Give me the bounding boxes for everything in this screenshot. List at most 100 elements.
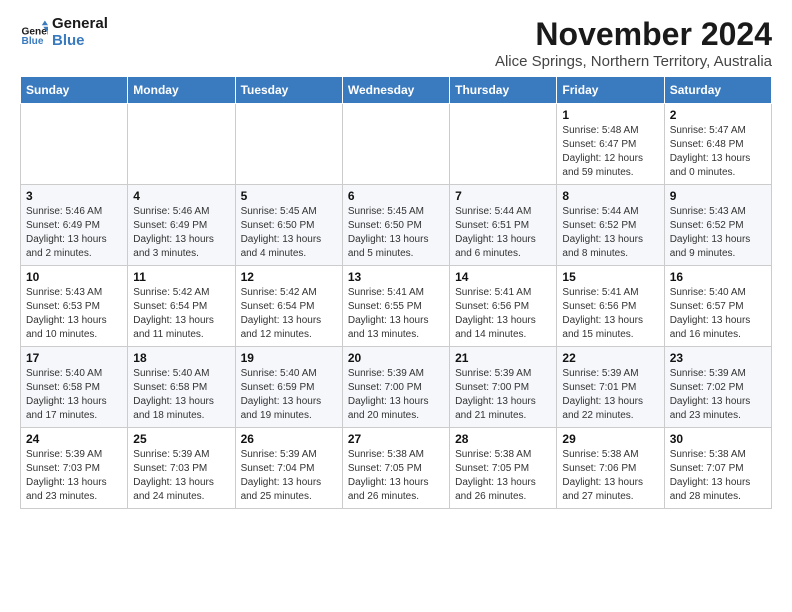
calendar-cell: 23 Sunrise: 5:39 AM Sunset: 7:02 PM Dayli… [664,347,771,428]
weekday-header-wednesday: Wednesday [342,77,449,104]
day-info: Sunrise: 5:40 AM Sunset: 6:57 PM Dayligh… [670,286,766,342]
day-info: Sunrise: 5:38 AM Sunset: 7:06 PM Dayligh… [562,448,658,504]
calendar-cell: 9Sunrise: 5:43 AM Sunset: 6:52 PM Daylig… [664,185,771,266]
weekday-header-friday: Friday [557,77,664,104]
logo-icon: General Blue [20,19,48,47]
day-info: Sunrise: 5:39 AM Sunset: 7:03 PM Dayligh… [26,448,122,504]
calendar-cell: 4Sunrise: 5:46 AM Sunset: 6:49 PM Daylig… [128,185,235,266]
calendar-cell: 22 Sunrise: 5:39 AM Sunset: 7:01 PM Dayli… [557,347,664,428]
weekday-header-saturday: Saturday [664,77,771,104]
day-info: Sunrise: 5:44 AM Sunset: 6:51 PM Dayligh… [455,205,551,261]
day-info: Sunrise: 5:39 AM Sunset: 7:00 PM Dayligh… [455,367,551,423]
calendar-cell: 2 Sunrise: 5:47 AM Sunset: 6:48 PM Daylig… [664,104,771,185]
calendar-cell: 27 Sunrise: 5:38 AM Sunset: 7:05 PM Dayli… [342,428,449,509]
day-info: Sunrise: 5:40 AM Sunset: 6:59 PM Dayligh… [241,367,337,423]
day-info: Sunrise: 5:39 AM Sunset: 7:01 PM Dayligh… [562,367,658,423]
svg-text:Blue: Blue [22,35,44,46]
day-info: Sunrise: 5:39 AM Sunset: 7:03 PM Dayligh… [133,448,229,504]
calendar-cell: 16 Sunrise: 5:40 AM Sunset: 6:57 PM Dayli… [664,266,771,347]
day-info: Sunrise: 5:42 AM Sunset: 6:54 PM Dayligh… [133,286,229,342]
day-info: Sunrise: 5:41 AM Sunset: 6:56 PM Dayligh… [455,286,551,342]
day-number: 13 [348,270,444,284]
calendar-cell: 19 Sunrise: 5:40 AM Sunset: 6:59 PM Dayli… [235,347,342,428]
day-info: Sunrise: 5:39 AM Sunset: 7:00 PM Dayligh… [348,367,444,423]
day-info: Sunrise: 5:46 AM Sunset: 6:49 PM Dayligh… [133,205,229,261]
calendar-cell: 5 Sunrise: 5:45 AM Sunset: 6:50 PM Daylig… [235,185,342,266]
calendar-cell [450,104,557,185]
day-number: 3 [26,189,122,203]
weekday-header-row: SundayMondayTuesdayWednesdayThursdayFrid… [21,77,772,104]
calendar-cell: 28 Sunrise: 5:38 AM Sunset: 7:05 PM Dayli… [450,428,557,509]
day-number: 15 [562,270,658,284]
day-info: Sunrise: 5:47 AM Sunset: 6:48 PM Dayligh… [670,124,766,180]
day-info: Sunrise: 5:38 AM Sunset: 7:05 PM Dayligh… [455,448,551,504]
week-row-0: 1Sunrise: 5:48 AM Sunset: 6:47 PM Daylig… [21,104,772,185]
day-info: Sunrise: 5:39 AM Sunset: 7:04 PM Dayligh… [241,448,337,504]
weekday-header-sunday: Sunday [21,77,128,104]
calendar-cell [235,104,342,185]
day-number: 16 [670,270,766,284]
calendar-cell: 29 Sunrise: 5:38 AM Sunset: 7:06 PM Dayli… [557,428,664,509]
day-number: 24 [26,432,122,446]
day-number: 7 [455,189,551,203]
day-number: 2 [670,108,766,122]
day-info: Sunrise: 5:39 AM Sunset: 7:02 PM Dayligh… [670,367,766,423]
day-info: Sunrise: 5:38 AM Sunset: 7:05 PM Dayligh… [348,448,444,504]
day-number: 25 [133,432,229,446]
calendar-table: SundayMondayTuesdayWednesdayThursdayFrid… [20,76,772,509]
header: General Blue General Blue November 2024 … [20,16,772,70]
calendar-cell: 10 Sunrise: 5:43 AM Sunset: 6:53 PM Dayli… [21,266,128,347]
calendar-cell: 14 Sunrise: 5:41 AM Sunset: 6:56 PM Dayli… [450,266,557,347]
week-row-2: 10 Sunrise: 5:43 AM Sunset: 6:53 PM Dayli… [21,266,772,347]
calendar-cell: 15 Sunrise: 5:41 AM Sunset: 6:56 PM Dayli… [557,266,664,347]
day-number: 5 [241,189,337,203]
calendar-cell: 6 Sunrise: 5:45 AM Sunset: 6:50 PM Daylig… [342,185,449,266]
day-number: 21 [455,351,551,365]
day-info: Sunrise: 5:45 AM Sunset: 6:50 PM Dayligh… [348,205,444,261]
day-number: 19 [241,351,337,365]
day-number: 1 [562,108,658,122]
calendar-cell [128,104,235,185]
logo-line2: Blue [52,33,108,50]
day-number: 20 [348,351,444,365]
day-info: Sunrise: 5:41 AM Sunset: 6:56 PM Dayligh… [562,286,658,342]
day-info: Sunrise: 5:44 AM Sunset: 6:52 PM Dayligh… [562,205,658,261]
logo: General Blue General Blue [20,16,108,49]
calendar-cell [342,104,449,185]
day-info: Sunrise: 5:40 AM Sunset: 6:58 PM Dayligh… [26,367,122,423]
day-number: 10 [26,270,122,284]
day-number: 17 [26,351,122,365]
day-number: 26 [241,432,337,446]
day-info: Sunrise: 5:43 AM Sunset: 6:52 PM Dayligh… [670,205,766,261]
day-info: Sunrise: 5:41 AM Sunset: 6:55 PM Dayligh… [348,286,444,342]
calendar-cell: 3 Sunrise: 5:46 AM Sunset: 6:49 PM Daylig… [21,185,128,266]
calendar-cell: 13 Sunrise: 5:41 AM Sunset: 6:55 PM Dayli… [342,266,449,347]
title-area: November 2024 Alice Springs, Northern Te… [495,16,772,70]
calendar-cell: 18Sunrise: 5:40 AM Sunset: 6:58 PM Dayli… [128,347,235,428]
day-info: Sunrise: 5:46 AM Sunset: 6:49 PM Dayligh… [26,205,122,261]
day-info: Sunrise: 5:42 AM Sunset: 6:54 PM Dayligh… [241,286,337,342]
logo-line1: General [52,16,108,33]
calendar-cell: 20 Sunrise: 5:39 AM Sunset: 7:00 PM Dayli… [342,347,449,428]
day-info: Sunrise: 5:38 AM Sunset: 7:07 PM Dayligh… [670,448,766,504]
week-row-1: 3 Sunrise: 5:46 AM Sunset: 6:49 PM Daylig… [21,185,772,266]
day-number: 22 [562,351,658,365]
day-number: 29 [562,432,658,446]
day-number: 14 [455,270,551,284]
day-number: 18 [133,351,229,365]
day-info: Sunrise: 5:43 AM Sunset: 6:53 PM Dayligh… [26,286,122,342]
day-number: 23 [670,351,766,365]
day-number: 12 [241,270,337,284]
day-number: 28 [455,432,551,446]
day-number: 11 [133,270,229,284]
month-title: November 2024 [495,16,772,53]
day-number: 6 [348,189,444,203]
week-row-3: 17 Sunrise: 5:40 AM Sunset: 6:58 PM Dayli… [21,347,772,428]
day-number: 27 [348,432,444,446]
calendar-cell: 26 Sunrise: 5:39 AM Sunset: 7:04 PM Dayli… [235,428,342,509]
calendar-cell: 30Sunrise: 5:38 AM Sunset: 7:07 PM Dayli… [664,428,771,509]
calendar-cell [21,104,128,185]
day-info: Sunrise: 5:45 AM Sunset: 6:50 PM Dayligh… [241,205,337,261]
location-title: Alice Springs, Northern Territory, Austr… [495,53,772,70]
weekday-header-thursday: Thursday [450,77,557,104]
